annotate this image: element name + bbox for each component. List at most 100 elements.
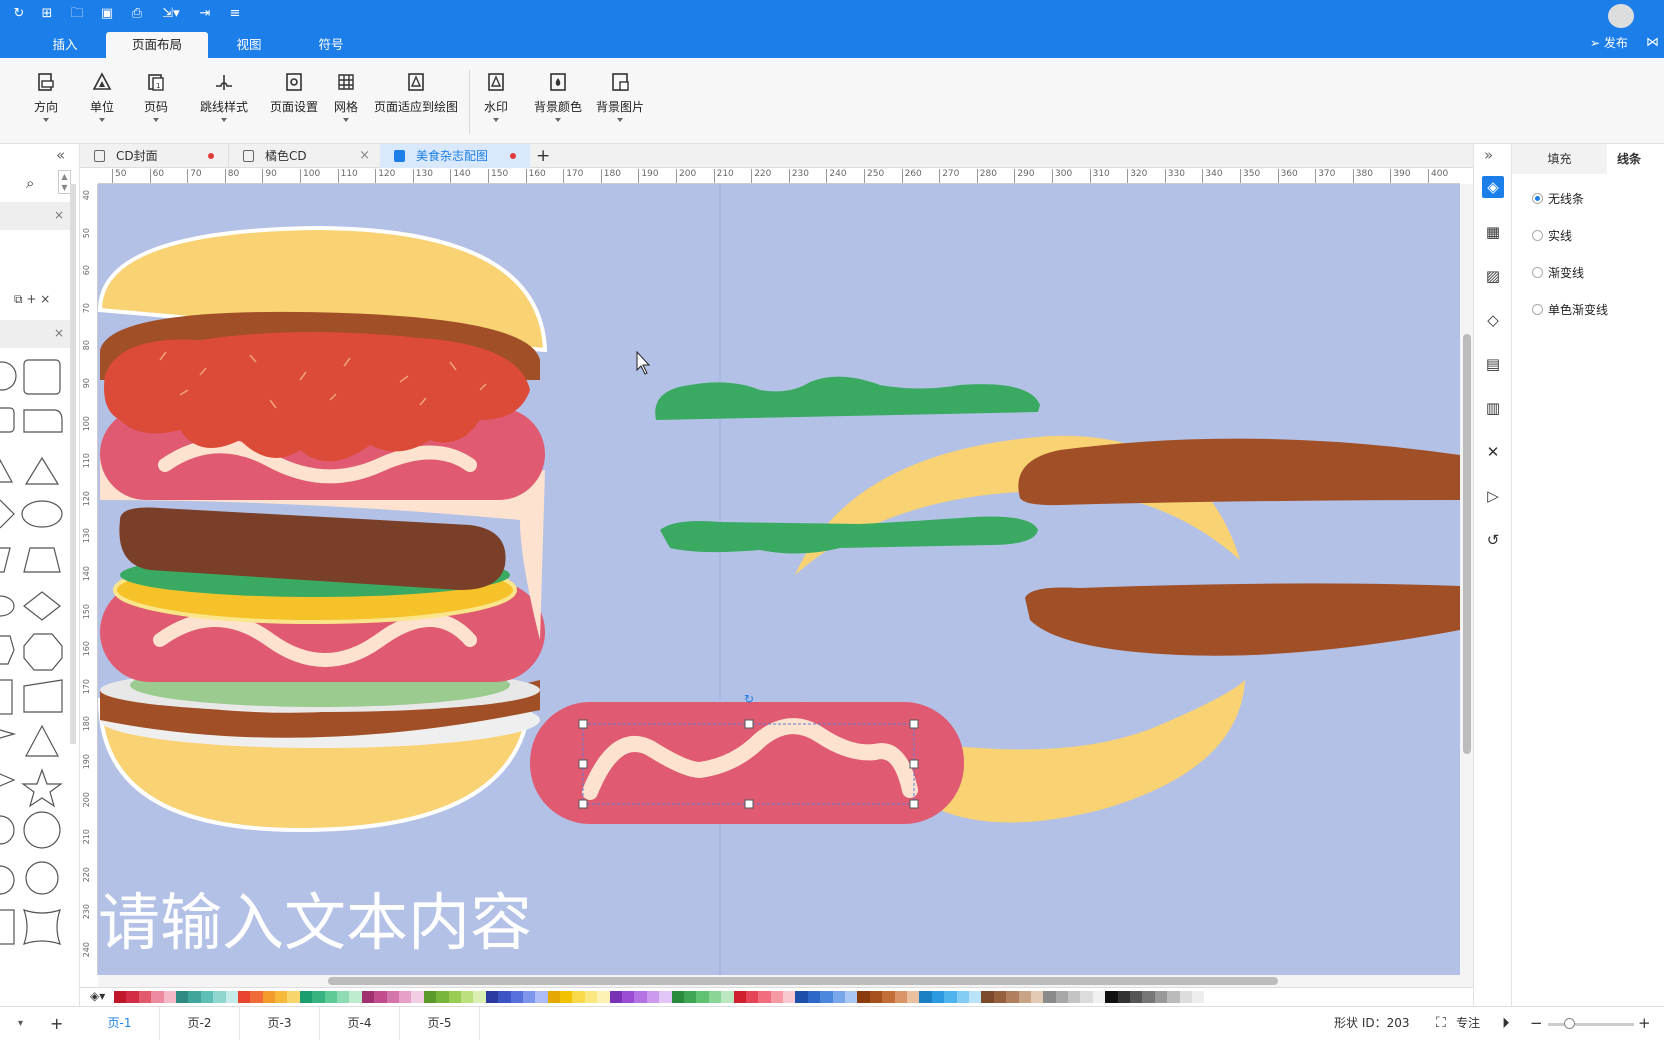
color-swatch[interactable]	[1068, 991, 1081, 1003]
color-swatch[interactable]	[448, 991, 461, 1003]
lettuce-top[interactable]	[655, 376, 1040, 420]
publish-button[interactable]: ➢ 发布	[1590, 32, 1628, 54]
color-swatch[interactable]	[436, 991, 449, 1003]
color-swatch[interactable]	[188, 991, 201, 1003]
color-swatch[interactable]	[175, 991, 189, 1003]
grid-button[interactable]: 网格	[330, 72, 362, 136]
color-swatch[interactable]	[1018, 991, 1031, 1003]
zoom-slider-thumb[interactable]	[1564, 1018, 1575, 1029]
horizontal-scroll-thumb[interactable]	[328, 977, 1278, 985]
color-swatch[interactable]	[498, 991, 511, 1003]
document-list-icon[interactable]: ▤	[1482, 353, 1504, 375]
color-swatch[interactable]	[869, 991, 883, 1003]
palette-swatches[interactable]	[114, 991, 1205, 1003]
vertical-scroll-thumb[interactable]	[1463, 334, 1471, 754]
color-swatch[interactable]	[845, 991, 858, 1003]
color-swatch[interactable]	[597, 991, 610, 1003]
drawing-canvas[interactable]: ↻ 请输入文本内容	[98, 184, 1460, 975]
color-swatch[interactable]	[708, 991, 722, 1003]
color-swatch[interactable]	[299, 991, 313, 1003]
color-swatch[interactable]	[126, 991, 139, 1003]
color-swatch[interactable]	[114, 991, 127, 1003]
new-icon[interactable]: ⊞	[38, 5, 56, 23]
background-image-button[interactable]: 背景图片	[596, 72, 644, 136]
print-icon[interactable]: ⎙	[128, 5, 146, 23]
watermark-button[interactable]: 水印	[480, 72, 512, 136]
color-swatch[interactable]	[337, 991, 350, 1003]
basic-shapes-grid[interactable]	[0, 350, 70, 1010]
color-swatch[interactable]	[522, 991, 536, 1003]
color-swatch[interactable]	[1154, 991, 1168, 1003]
color-swatch[interactable]	[807, 991, 821, 1003]
background-color-button[interactable]: 背景颜色	[534, 72, 582, 136]
library-section-header-2[interactable]: ×	[0, 320, 70, 348]
color-swatch[interactable]	[671, 991, 684, 1003]
page-tab-2[interactable]: 页-2	[160, 1007, 240, 1040]
color-swatch[interactable]	[374, 991, 387, 1003]
library-toolbar[interactable]: ⧉ + ×	[14, 292, 50, 307]
color-swatch[interactable]	[646, 991, 660, 1003]
color-swatch[interactable]	[832, 991, 846, 1003]
close-tab-icon[interactable]: ×	[359, 144, 370, 168]
color-swatch[interactable]	[981, 991, 994, 1003]
grid-apps-icon[interactable]: ▦	[1482, 221, 1504, 243]
color-swatch[interactable]	[151, 991, 164, 1003]
page-tab-3[interactable]: 页-3	[240, 1007, 320, 1040]
color-swatch[interactable]	[163, 991, 176, 1003]
patty-bottom[interactable]	[1025, 583, 1460, 656]
focus-mode-icon[interactable]: ⛶	[1436, 1007, 1446, 1040]
color-swatch[interactable]	[993, 991, 1007, 1003]
color-swatch[interactable]	[683, 991, 697, 1003]
color-swatch[interactable]	[324, 991, 338, 1003]
doc-tab-orange-cd[interactable]: 橘色CD ×	[228, 144, 380, 168]
fill-bucket-icon[interactable]: ◈▾	[90, 989, 105, 1003]
stacked-burger[interactable]	[98, 225, 548, 833]
color-swatch[interactable]	[1006, 991, 1019, 1003]
color-swatch[interactable]	[1092, 991, 1106, 1003]
color-swatch[interactable]	[386, 991, 399, 1003]
expand-right-icon[interactable]: »	[1484, 146, 1493, 164]
color-swatch[interactable]	[1043, 991, 1056, 1003]
add-tab-button[interactable]: +	[536, 144, 550, 168]
color-swatch[interactable]	[275, 991, 288, 1003]
doc-tab-food-magazine[interactable]: 美食杂志配图	[380, 144, 530, 168]
avatar[interactable]	[1608, 4, 1634, 28]
shuffle-icon[interactable]: ✕	[1482, 441, 1504, 463]
color-swatch[interactable]	[213, 991, 226, 1003]
jump-line-style-button[interactable]: 跳线样式	[196, 72, 252, 136]
color-swatch[interactable]	[349, 991, 362, 1003]
page-tab-5[interactable]: 页-5	[400, 1007, 480, 1040]
color-swatch[interactable]	[237, 991, 251, 1003]
color-swatch[interactable]	[956, 991, 969, 1003]
color-swatch[interactable]	[944, 991, 957, 1003]
color-swatch[interactable]	[1179, 991, 1192, 1003]
library-section-header[interactable]: ×	[0, 202, 70, 230]
color-swatch[interactable]	[907, 991, 920, 1003]
color-swatch[interactable]	[547, 991, 561, 1003]
fill-paint-icon[interactable]: ◈	[1482, 176, 1504, 198]
color-swatch[interactable]	[1117, 991, 1131, 1003]
color-swatch[interactable]	[361, 991, 375, 1003]
page-number-button[interactable]: 1 页码	[140, 72, 172, 136]
color-swatch[interactable]	[1030, 991, 1044, 1003]
library-scrollbar[interactable]	[70, 184, 76, 744]
option-no-line[interactable]: 无线条	[1532, 190, 1584, 207]
save-icon[interactable]: ▣	[98, 5, 116, 23]
color-swatch[interactable]	[609, 991, 623, 1003]
focus-mode-label[interactable]: 专注	[1456, 1007, 1480, 1040]
tab-insert[interactable]: 插入	[40, 32, 90, 58]
color-swatch[interactable]	[200, 991, 214, 1003]
add-page-button[interactable]: +	[50, 1007, 63, 1040]
color-swatch[interactable]	[225, 991, 238, 1003]
more-icon[interactable]: ≡	[226, 5, 244, 23]
color-swatch[interactable]	[758, 991, 771, 1003]
unit-button[interactable]: 单位	[86, 72, 118, 136]
share-icon[interactable]: ⇥	[196, 5, 214, 23]
color-palette[interactable]: ◈▾	[80, 987, 1473, 1006]
doc-tab-cd-cover[interactable]: CD封面	[80, 144, 228, 168]
color-swatch[interactable]	[721, 991, 734, 1003]
placeholder-text-box[interactable]: 请输入文本内容	[98, 892, 532, 954]
history-icon[interactable]: ↺	[1482, 529, 1504, 551]
close-icon[interactable]: ×	[54, 208, 64, 222]
option-solid-line[interactable]: 实线	[1532, 227, 1572, 244]
